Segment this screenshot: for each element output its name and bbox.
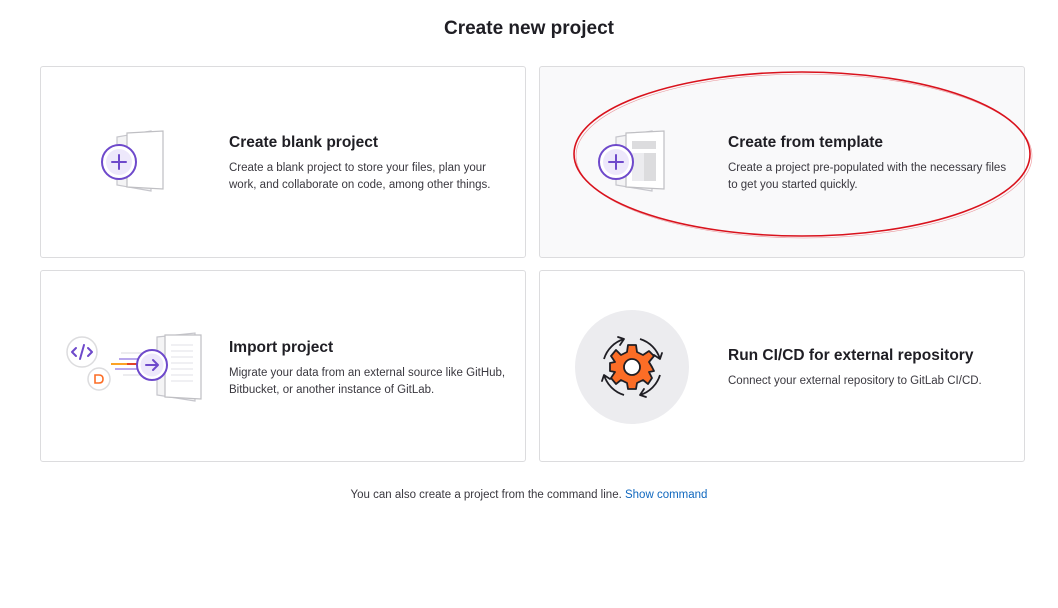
card-title: Create from template (728, 134, 884, 151)
card-title: Import project (229, 339, 334, 356)
footer: You can also create a project from the c… (0, 489, 1058, 501)
card-description: Connect your external repository to GitL… (728, 375, 982, 387)
template-project-illustration (598, 130, 665, 192)
import-project-card[interactable]: Import project Migrate your data from an… (40, 270, 526, 462)
card-description: Migrate your data from an external sourc… (229, 367, 506, 396)
cicd-gear-illustration (575, 310, 689, 424)
show-command-link[interactable]: Show command (625, 489, 707, 501)
card-title: Run CI/CD for external repository (728, 347, 974, 364)
card-description: Create a project pre-populated with the … (728, 162, 1007, 191)
create-from-template-card[interactable]: Create from template Create a project pr… (539, 66, 1025, 258)
page-title: Create new project (444, 18, 614, 39)
import-project-illustration (66, 332, 202, 402)
create-blank-project-card[interactable]: Create blank project Create a blank proj… (40, 66, 526, 258)
blank-project-illustration (101, 130, 164, 192)
run-cicd-card[interactable]: Run CI/CD for external repository Connec… (539, 270, 1025, 462)
footer-text: You can also create a project from the c… (350, 489, 622, 501)
card-description: Create a blank project to store your fil… (229, 162, 491, 191)
card-title: Create blank project (229, 134, 379, 151)
